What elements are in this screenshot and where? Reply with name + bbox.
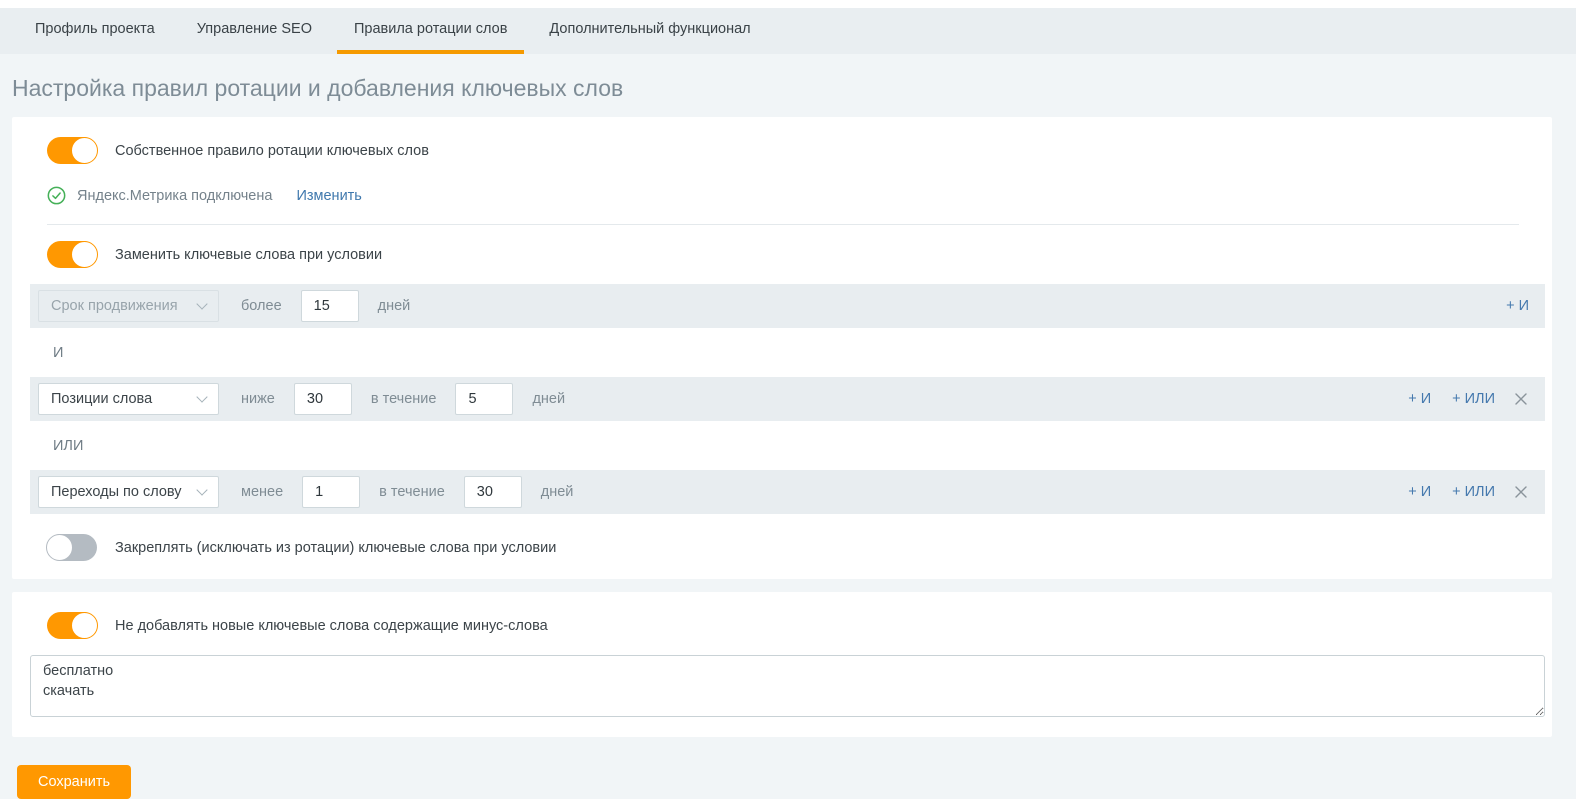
divider	[47, 224, 1519, 225]
comparator-label: менее	[241, 484, 283, 500]
condition-row-word-positions: Позиции слова ниже в течение дней + И + …	[30, 377, 1545, 421]
value-input[interactable]	[302, 476, 360, 508]
metric-select[interactable]: Позиции слова	[38, 383, 219, 415]
add-or-condition-link[interactable]: + ИЛИ	[1452, 391, 1495, 407]
value-input[interactable]	[301, 290, 359, 322]
metric-select-value: Позиции слова	[51, 391, 152, 407]
metrika-change-link[interactable]: Изменить	[296, 188, 361, 204]
row-actions: + И	[1485, 298, 1529, 314]
minus-words-card: Не добавлять новые ключевые слова содерж…	[12, 592, 1552, 737]
add-or-condition-link[interactable]: + ИЛИ	[1452, 484, 1495, 500]
connector-label-or: ИЛИ	[53, 438, 1545, 454]
minus-words-textarea[interactable]: бесплатно скачать	[30, 655, 1545, 717]
minus-words-toggle-row: Не добавлять новые ключевые слова содерж…	[47, 612, 1545, 639]
own-rule-toggle[interactable]	[47, 137, 97, 164]
toggle-knob	[46, 534, 73, 561]
minus-words-toggle-label: Не добавлять новые ключевые слова содерж…	[115, 618, 548, 634]
top-strip	[0, 0, 1576, 8]
condition-row-word-clicks: Переходы по слову менее в течение дней +…	[30, 470, 1545, 514]
replace-toggle-row: Заменить ключевые слова при условии	[47, 241, 1545, 268]
add-and-condition-link[interactable]: + И	[1408, 484, 1431, 500]
chevron-down-icon	[196, 391, 207, 402]
replace-toggle-label: Заменить ключевые слова при условии	[115, 247, 382, 263]
remove-condition-icon[interactable]	[1513, 484, 1529, 500]
comparator-label: ниже	[241, 391, 275, 407]
tab-word-rotation-rules[interactable]: Правила ротации слов	[337, 8, 524, 54]
pin-toggle-label: Закреплять (исключать из ротации) ключев…	[115, 540, 556, 556]
chevron-down-icon	[196, 484, 207, 495]
minus-words-toggle[interactable]	[47, 612, 97, 639]
condition-row-promotion-period: Срок продвижения более дней + И	[30, 284, 1545, 328]
metrika-status-text: Яндекс.Метрика подключена	[77, 188, 272, 204]
comparator-label: более	[241, 298, 282, 314]
duration-input[interactable]	[455, 383, 513, 415]
unit-label: дней	[541, 484, 574, 500]
rotation-rules-card: Собственное правило ротации ключевых сло…	[12, 117, 1552, 579]
metrika-status-row: Яндекс.Метрика подключена Изменить	[47, 186, 1545, 205]
unit-label: дней	[532, 391, 565, 407]
metric-select[interactable]: Срок продвижения	[38, 290, 219, 322]
pin-words-toggle[interactable]	[47, 534, 97, 561]
tab-seo-management[interactable]: Управление SEO	[180, 8, 329, 54]
value-input[interactable]	[294, 383, 352, 415]
replace-words-toggle[interactable]	[47, 241, 97, 268]
pin-toggle-row: Закреплять (исключать из ротации) ключев…	[47, 534, 1545, 561]
add-and-condition-link[interactable]: + И	[1408, 391, 1431, 407]
toggle-knob	[71, 137, 98, 164]
save-button[interactable]: Сохранить	[17, 765, 131, 799]
remove-condition-icon[interactable]	[1513, 391, 1529, 407]
tab-project-profile[interactable]: Профиль проекта	[18, 8, 172, 54]
add-and-condition-link[interactable]: + И	[1506, 298, 1529, 314]
row-actions: + И + ИЛИ	[1387, 484, 1529, 500]
duration-label: в течение	[371, 391, 437, 407]
duration-label: в течение	[379, 484, 445, 500]
metric-select-value: Срок продвижения	[51, 298, 178, 314]
row-actions: + И + ИЛИ	[1387, 391, 1529, 407]
toggle-knob	[71, 612, 98, 639]
metric-select[interactable]: Переходы по слову	[38, 476, 219, 508]
own-rule-toggle-label: Собственное правило ротации ключевых сло…	[115, 143, 429, 159]
toggle-knob	[71, 241, 98, 268]
connector-label-and: И	[53, 345, 1545, 361]
own-rule-toggle-row: Собственное правило ротации ключевых сло…	[47, 137, 1545, 164]
tab-additional-functionality[interactable]: Дополнительный функционал	[532, 8, 767, 54]
metric-select-value: Переходы по слову	[51, 484, 182, 500]
check-circle-icon	[47, 186, 66, 205]
unit-label: дней	[378, 298, 411, 314]
duration-input[interactable]	[464, 476, 522, 508]
tab-bar: Профиль проекта Управление SEO Правила р…	[0, 8, 1576, 54]
page-title: Настройка правил ротации и добавления кл…	[12, 75, 1552, 102]
chevron-down-icon	[196, 298, 207, 309]
